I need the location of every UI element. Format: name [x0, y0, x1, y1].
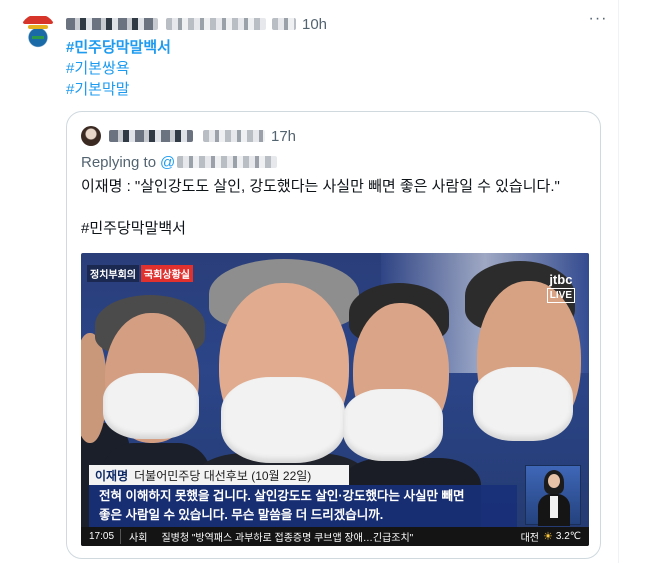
quoted-hashtag[interactable]: #민주당막말백서 — [81, 218, 186, 239]
redacted-quoted-display-name[interactable] — [109, 130, 193, 142]
ticker-section: 사회 — [120, 529, 155, 544]
news-video-still[interactable]: 정치부회의 국회상황실 jtbc LIVE 이재명 더불어민주당 대선후보 (1… — [81, 253, 589, 546]
avatar-logo-mark-secondary — [28, 25, 48, 29]
anchor-face — [548, 474, 560, 488]
quoted-text: 이재명 : "살인강도도 살인, 강도했다는 사실만 빼면 좋은 사람일 수 있… — [81, 178, 560, 195]
speaker-name-bar: 이재명 더불어민주당 대선후보 (10월 22일) — [89, 465, 349, 485]
channel-logo: jtbc LIVE — [546, 272, 575, 303]
program-name: 정치부회의 — [87, 264, 139, 282]
replying-to: Replying to @ — [81, 152, 278, 172]
redacted-replying-handle[interactable] — [177, 156, 278, 168]
redacted-quoted-username[interactable] — [203, 130, 265, 142]
anchor-blouse — [550, 496, 558, 518]
channel-name: jtbc — [549, 272, 573, 287]
avatar-globe-icon — [32, 36, 44, 39]
speaker-name: 이재명 — [95, 468, 129, 483]
program-caption: 정치부회의 국회상황실 — [87, 264, 193, 282]
replying-label: Replying to — [81, 153, 157, 171]
face-mask — [221, 377, 345, 463]
quoted-timestamp[interactable]: 17h — [271, 128, 296, 145]
hashtag-link[interactable]: #기본쌍욕 — [66, 58, 171, 79]
face-mask — [343, 389, 443, 461]
subtitle-line: 좋은 사람일 수 있습니다. 무슨 말씀을 더 드리겠습니까. — [99, 508, 384, 522]
hashtag-link[interactable]: #기본막말 — [66, 79, 171, 100]
avatar-logo-mark — [23, 16, 53, 24]
redacted-display-name[interactable] — [66, 18, 158, 30]
live-badge: LIVE — [546, 288, 575, 303]
avatar[interactable] — [20, 14, 56, 50]
ticker-headline: 질병청 "방역패스 과부하로 접종증명 쿠브앱 장애…긴급조치" — [161, 533, 414, 544]
redacted-username[interactable] — [166, 18, 266, 30]
ticker-time: 17:05 — [89, 531, 115, 542]
column-divider — [618, 0, 619, 563]
subtitle-line: 전혀 이해하지 못했을 겁니다. 살인강도도 살인·강도했다는 사실만 빼면 — [99, 489, 465, 503]
quoted-avatar[interactable] — [81, 126, 101, 146]
tweet-timestamp[interactable]: 10h — [302, 16, 327, 33]
news-ticker: 17:05 사회 질병청 "방역패스 과부하로 접종증명 쿠브앱 장애…긴급조치… — [81, 527, 589, 546]
redacted-username-tail — [272, 18, 296, 30]
replying-handle[interactable]: @ — [160, 154, 175, 171]
tweet-header: 10h — [66, 14, 327, 34]
quoted-header: 17h — [109, 126, 296, 146]
ticker-temperature: 3.2℃ — [555, 531, 581, 542]
anchor-inset — [525, 465, 581, 526]
subtitle-box: 전혀 이해하지 못했을 겁니다. 살인강도도 살인·강도했다는 사실만 빼면 좋… — [89, 485, 517, 527]
sun-icon: ☀ — [542, 531, 553, 543]
face-mask — [473, 367, 573, 441]
tweet-hashtags: #민주당막말백서 #기본쌍욕 #기본막말 — [66, 37, 171, 100]
hashtag-link[interactable]: #민주당막말백서 — [66, 37, 171, 58]
face-mask — [103, 373, 199, 439]
speaker-detail: 더불어민주당 대선후보 (10월 22일) — [134, 468, 312, 483]
program-segment: 국회상황실 — [141, 264, 193, 282]
quoted-tweet[interactable]: 17h Replying to @ 이재명 : "살인강도도 살인, 강도했다는… — [66, 111, 601, 559]
more-options-icon[interactable]: ··· — [586, 10, 610, 30]
ticker-city: 대전 — [520, 533, 539, 544]
